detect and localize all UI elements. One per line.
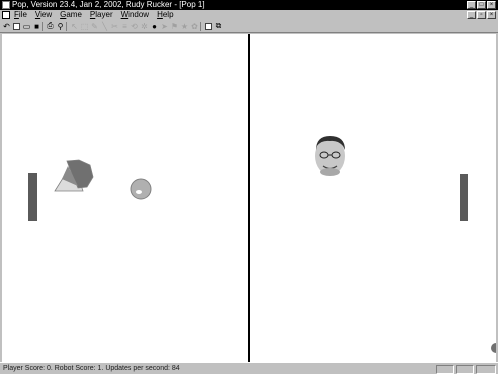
- menu-player[interactable]: Player: [90, 10, 113, 20]
- child-restore-button[interactable]: ▫: [477, 11, 486, 19]
- right-game-pane[interactable]: [250, 34, 496, 362]
- menu-help[interactable]: Help: [157, 10, 173, 20]
- menu-window[interactable]: Window: [121, 10, 149, 20]
- dot-icon[interactable]: ●: [150, 21, 159, 31]
- minimize-button[interactable]: _: [467, 1, 476, 9]
- status-cell: [436, 365, 454, 374]
- title-bar: Pop, Version 23.4, Jan 2, 2002, Rudy Ruc…: [0, 0, 498, 10]
- status-cell: [456, 365, 474, 374]
- menu-bar: File View Game Player Window Help _ ▫ ×: [0, 10, 498, 20]
- close-button[interactable]: ×: [487, 1, 496, 9]
- left-game-pane[interactable]: [2, 34, 248, 362]
- triangle-shape: [54, 159, 94, 192]
- move-icon[interactable]: ≡: [120, 21, 129, 31]
- flag-icon[interactable]: ⚑: [170, 21, 179, 31]
- pencil-icon[interactable]: ✎: [90, 21, 99, 31]
- window-icon[interactable]: [204, 21, 213, 31]
- window-title: Pop, Version 23.4, Jan 2, 2002, Rudy Ruc…: [12, 0, 205, 9]
- robot-paddle: [460, 174, 468, 221]
- menu-file[interactable]: File: [14, 10, 27, 20]
- arrow-icon[interactable]: ➤: [160, 21, 169, 31]
- child-close-button[interactable]: ×: [487, 11, 496, 19]
- status-text: Player Score: 0. Robot Score: 1. Updates…: [3, 365, 180, 372]
- app-icon[interactable]: [2, 1, 10, 9]
- child-minimize-button[interactable]: _: [467, 11, 476, 19]
- pattern-icon[interactable]: ✿: [190, 21, 199, 31]
- document-icon[interactable]: [2, 11, 10, 19]
- ball: [130, 178, 152, 200]
- open-icon[interactable]: ▭: [22, 21, 31, 31]
- line-icon[interactable]: ╲: [100, 21, 109, 31]
- select-icon[interactable]: ⬚: [80, 21, 89, 31]
- zoom-icon[interactable]: ⚲: [56, 21, 65, 31]
- print-icon[interactable]: ⎙: [46, 21, 55, 31]
- menu-view[interactable]: View: [35, 10, 52, 20]
- star-icon[interactable]: ★: [180, 21, 189, 31]
- new-icon[interactable]: [12, 21, 21, 31]
- edit-icon[interactable]: ✂: [110, 21, 119, 31]
- windows-icon[interactable]: ⧉: [214, 21, 223, 31]
- status-cell: [476, 365, 496, 374]
- save-icon[interactable]: ■: [32, 21, 41, 31]
- robot-face-sprite: [315, 136, 345, 176]
- toolbar: ↶ ▭ ■ ⎙ ⚲ ↖ ⬚ ✎ ╲ ✂ ≡ ⟲ ✲ ● ➤ ⚑ ★ ✿ ⧉: [0, 20, 498, 33]
- player-paddle[interactable]: [28, 173, 37, 221]
- pointer-icon[interactable]: ↖: [70, 21, 79, 31]
- undo-icon[interactable]: ↶: [2, 21, 11, 31]
- status-bar: Player Score: 0. Robot Score: 1. Updates…: [0, 362, 498, 374]
- spray-icon[interactable]: ✲: [140, 21, 149, 31]
- menu-game[interactable]: Game: [60, 10, 82, 20]
- rotate-icon[interactable]: ⟲: [130, 21, 139, 31]
- maximize-button[interactable]: □: [477, 1, 486, 9]
